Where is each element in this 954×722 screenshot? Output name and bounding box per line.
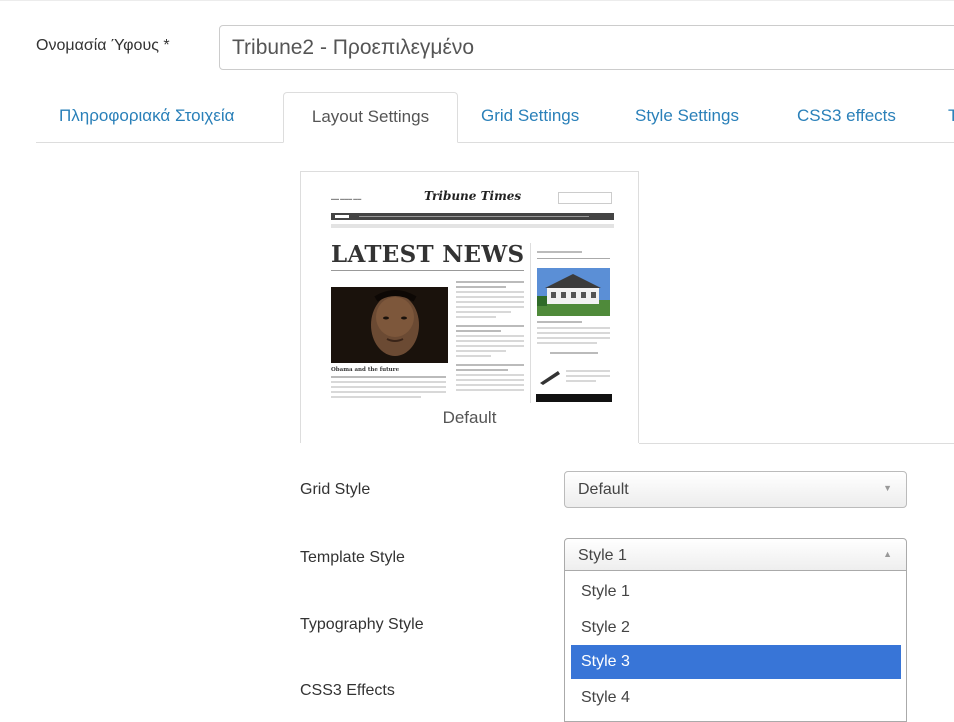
dropdown-option-style-2[interactable]: Style 2 <box>571 611 901 645</box>
tab-layout-settings[interactable]: Layout Settings <box>283 92 458 143</box>
thumb-search-box <box>558 192 612 204</box>
template-style-value: Style 1 <box>578 547 627 564</box>
thumb-right-column <box>537 321 610 360</box>
tab-css3-effects[interactable]: CSS3 effects <box>797 92 896 142</box>
chevron-up-icon: ▲ <box>883 549 892 559</box>
grid-style-value: Default <box>578 481 629 498</box>
dropdown-option-style-4[interactable]: Style 4 <box>571 681 901 715</box>
preview-divider <box>639 443 954 444</box>
tab-more[interactable]: T <box>948 92 954 142</box>
tab-style-settings[interactable]: Style Settings <box>635 92 739 142</box>
layout-preview-thumbnail: ▬▬ ▬▬▬ ▬▬ Tribune Times LATEST NEWS Obam… <box>326 183 619 405</box>
thumb-masthead: Tribune Times <box>424 189 522 203</box>
dropdown-option-style-3[interactable]: Style 3 <box>571 645 901 679</box>
tab-info[interactable]: Πληροφοριακά Στοιχεία <box>59 92 234 142</box>
template-style-select[interactable]: Style 1 ▲ <box>564 538 907 571</box>
thumb-photo-caption: Obama and the future <box>331 367 400 373</box>
layout-preview-caption: Default <box>442 408 497 427</box>
thumb-house-photo <box>537 268 610 316</box>
style-name-label: Ονομασία Ύφους * <box>36 37 170 54</box>
style-name-value: Tribune2 - Προεπιλεγμένο <box>232 36 475 59</box>
thumb-headline: LATEST NEWS <box>331 241 525 268</box>
template-style-label: Template Style <box>300 549 405 566</box>
top-divider <box>0 0 954 1</box>
template-style-dropdown: Style 1 Style 2 Style 3 Style 4 <box>564 571 907 722</box>
tab-grid-settings[interactable]: Grid Settings <box>481 92 579 142</box>
thumb-pen-graphic <box>538 369 560 385</box>
thumb-middle-column <box>456 281 524 394</box>
dropdown-option-style-1[interactable]: Style 1 <box>571 575 901 609</box>
thumb-subscribe-button <box>536 394 612 402</box>
thumb-date: ▬▬ ▬▬▬ ▬▬ <box>331 196 362 201</box>
style-name-input[interactable]: Tribune2 - Προεπιλεγμένο <box>219 25 954 70</box>
thumb-nav-bar <box>331 213 614 220</box>
css3-effects-label: CSS3 Effects <box>300 682 395 699</box>
chevron-down-icon: ▼ <box>883 483 892 493</box>
tabs-divider <box>36 142 954 143</box>
typography-style-label: Typography Style <box>300 616 424 633</box>
thumb-sub-nav <box>331 224 614 228</box>
thumb-photo <box>331 287 448 363</box>
thumb-right-header <box>537 251 610 259</box>
grid-style-label: Grid Style <box>300 481 371 498</box>
grid-style-select[interactable]: Default ▼ <box>564 471 907 508</box>
